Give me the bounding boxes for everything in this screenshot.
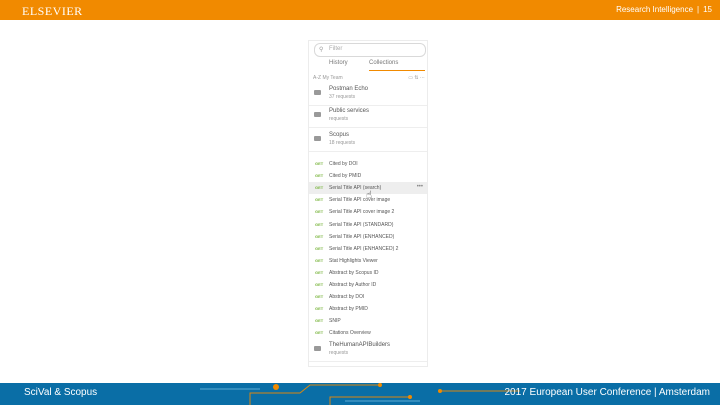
- request-item[interactable]: GET Cited by DOI: [309, 158, 427, 170]
- request-name: Serial Title API (STANDARD): [329, 221, 394, 228]
- request-item[interactable]: GET Stat Highlights Viewer: [309, 255, 427, 267]
- folder-icon: [314, 346, 321, 351]
- folder-icon: [314, 90, 321, 95]
- request-name: Abstract by PMID: [329, 306, 368, 313]
- header-title: Research Intelligence: [616, 5, 694, 14]
- request-name: Cited by PMID: [329, 173, 362, 180]
- header-separator: |: [697, 5, 700, 14]
- footer-left-text: SciVal & Scopus: [24, 387, 98, 398]
- elsevier-logo: ELSEVIER: [22, 4, 83, 18]
- request-name: Abstract by DOI: [329, 294, 365, 301]
- request-item[interactable]: GET Cited by PMID: [309, 170, 427, 182]
- mouse-cursor-icon: ☝: [366, 190, 373, 201]
- request-method: GET: [315, 173, 324, 179]
- request-item[interactable]: GET Serial Title API (ENHANCED): [309, 231, 427, 243]
- request-name: Serial Title API cover image 2: [329, 209, 395, 216]
- request-method: GET: [315, 209, 324, 215]
- folder-count: requests: [329, 350, 349, 356]
- request-method: GET: [315, 161, 324, 166]
- folder-name: Public services: [329, 108, 370, 114]
- folder-icon: [314, 112, 321, 117]
- collection-folder[interactable]: TheHumanAPIBuilders requests: [309, 339, 427, 362]
- folder-count: 37 requests: [329, 94, 356, 100]
- request-method: GET: [315, 306, 324, 312]
- request-item[interactable]: GET Serial Title API cover image 2: [309, 206, 427, 218]
- request-method: GET: [315, 257, 324, 263]
- request-item[interactable]: GET Abstract by DOI: [309, 291, 427, 303]
- request-item[interactable]: GET Serial Title API (ENHANCED) 2: [309, 243, 427, 255]
- postman-sidebar: ⚲ Filter History Collections A-Z My Team…: [308, 40, 428, 367]
- sort-row: A-Z My Team ▭ ⇅ ⋯: [313, 75, 425, 83]
- request-method: GET: [315, 185, 324, 191]
- request-name: Abstract by Scopus ID: [329, 269, 379, 276]
- tab-collections[interactable]: Collections: [369, 60, 398, 66]
- request-method: GET: [315, 330, 324, 336]
- request-method: GET: [315, 318, 324, 324]
- request-method: GET: [315, 197, 324, 203]
- header-right: Research Intelligence | 15: [616, 5, 712, 14]
- page-number: 15: [703, 5, 712, 14]
- request-item[interactable]: GET Abstract by PMID: [309, 303, 427, 315]
- request-item[interactable]: GET Abstract by Author ID: [309, 279, 427, 291]
- request-item[interactable]: GET Serial Title API (STANDARD): [309, 219, 427, 231]
- request-method: GET: [315, 269, 324, 275]
- footer-right-text: 2017 European User Conference | Amsterda…: [504, 387, 711, 398]
- tab-history[interactable]: History: [329, 60, 348, 66]
- sort-label[interactable]: A-Z My Team: [313, 75, 343, 81]
- sort-icons[interactable]: ▭ ⇅ ⋯: [408, 75, 425, 81]
- request-method: GET: [315, 233, 324, 239]
- request-method: GET: [315, 221, 324, 227]
- request-method: GET: [315, 245, 324, 251]
- request-name: Serial Title API cover image: [329, 197, 391, 204]
- active-tab-indicator: [369, 70, 425, 71]
- filter-input[interactable]: ⚲ Filter: [314, 43, 426, 57]
- folder-name: Scopus: [329, 132, 350, 138]
- folder-count: 18 requests: [329, 140, 356, 146]
- folder-name: TheHumanAPIBuilders: [329, 342, 391, 348]
- request-method: GET: [315, 282, 324, 287]
- collection-folder[interactable]: Postman Echo 37 requests: [309, 83, 427, 106]
- sidebar-tabs: History Collections: [309, 58, 427, 71]
- request-name: Abstract by Author ID: [329, 282, 377, 288]
- collection-folder[interactable]: Scopus 18 requests: [309, 129, 427, 152]
- filter-placeholder: Filter: [329, 46, 343, 52]
- request-item[interactable]: GET Citations Overview: [309, 327, 427, 339]
- folder-count: requests: [329, 116, 349, 122]
- search-icon: ⚲: [319, 47, 324, 53]
- folder-name: Postman Echo: [329, 86, 369, 92]
- footer-bar: SciVal & Scopus 2017 European User Confe…: [0, 383, 720, 405]
- collection-folder[interactable]: Public services requests: [309, 105, 427, 128]
- request-name: Serial Title API (ENHANCED): [329, 233, 395, 240]
- request-name: Stat Highlights Viewer: [329, 257, 378, 264]
- request-name: SNIP: [329, 318, 341, 325]
- request-item[interactable]: GET Abstract by Scopus ID: [309, 267, 427, 279]
- more-options-icon[interactable]: •••: [417, 184, 423, 190]
- header-bar: ELSEVIER Research Intelligence | 15: [0, 0, 720, 20]
- request-method: GET: [315, 294, 324, 300]
- folder-icon: [314, 136, 321, 141]
- request-name: Serial Title API (ENHANCED) 2: [329, 245, 399, 252]
- request-item[interactable]: GET SNIP: [309, 315, 427, 327]
- request-name: Serial Title API (search): [329, 185, 382, 192]
- request-name: Cited by DOI: [329, 161, 358, 167]
- request-name: Citations Overview: [329, 330, 371, 337]
